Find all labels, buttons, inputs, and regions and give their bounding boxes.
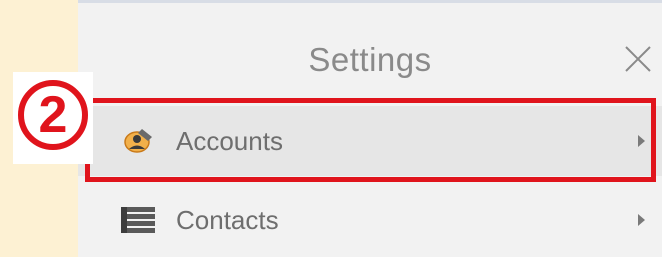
step-number: 2: [18, 80, 88, 150]
menu-item-accounts[interactable]: Accounts: [78, 106, 662, 176]
close-icon: [625, 46, 651, 72]
close-button[interactable]: [620, 41, 656, 77]
menu-item-label: Accounts: [176, 126, 283, 156]
settings-panel: Settings Accounts Contacts: [78, 0, 662, 257]
accounts-icon: [124, 129, 152, 153]
menu-item-contacts[interactable]: Contacts: [78, 185, 662, 255]
menu-item-label: Contacts: [176, 205, 279, 235]
contacts-icon: [121, 207, 155, 233]
panel-title: Settings: [308, 41, 432, 78]
chevron-right-icon: [638, 135, 645, 147]
chevron-right-icon: [638, 214, 645, 226]
settings-header: Settings: [78, 3, 662, 103]
step-marker: 2: [13, 72, 93, 164]
